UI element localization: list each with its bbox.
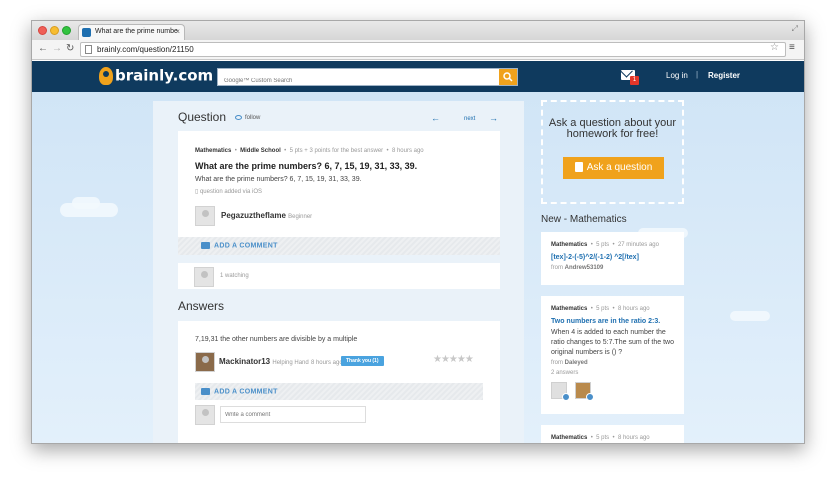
side-question-meta: Mathematics • 5 pts • 27 minutes ago xyxy=(551,242,659,248)
author-rank: Helping Hand xyxy=(272,360,309,366)
side-question-from: from Andrew53109 xyxy=(551,265,604,271)
side-question-link[interactable]: Two numbers are in the ratio 2:3. xyxy=(551,318,660,325)
next-arrow-icon[interactable]: → xyxy=(489,113,498,123)
browser-tab[interactable]: What are the prime numbe × xyxy=(78,24,185,40)
tab-bar: What are the prime numbe × ⤢ xyxy=(32,21,804,40)
avatar[interactable] xyxy=(195,352,215,372)
search-box xyxy=(217,68,518,89)
prev-question-arrow-icon[interactable]: ← xyxy=(431,113,440,123)
comment-input[interactable] xyxy=(220,406,366,423)
side-question-meta: Mathematics • 5 pts • 8 hours ago xyxy=(551,306,650,312)
window-minimize-icon[interactable] xyxy=(50,26,59,35)
brainly-logo[interactable]: brainly.com xyxy=(99,66,213,88)
thank-you-button[interactable]: Thank you (1) xyxy=(341,356,384,366)
answer-author[interactable]: Mackinator13 Helping Hand 8 hours ago xyxy=(219,357,343,366)
question-heading: Question xyxy=(178,110,227,124)
answers-count: 2 answers xyxy=(551,370,579,376)
reload-icon[interactable]: ↻ xyxy=(66,43,74,55)
new-questions-heading: New - Mathematics xyxy=(541,214,627,225)
question-author[interactable]: Pegazuztheflame Beginner xyxy=(221,211,312,220)
question-body: What are the prime numbers? 6, 7, 15, 19… xyxy=(195,176,362,183)
mail-count-badge: 1 xyxy=(630,76,639,85)
side-question-card[interactable]: Mathematics • 5 pts • 27 minutes ago [te… xyxy=(541,232,684,285)
add-comment-link[interactable]: ADD A COMMENT xyxy=(201,388,278,395)
bookmark-star-icon[interactable]: ☆ xyxy=(770,42,779,53)
search-input[interactable] xyxy=(218,73,488,89)
window-maximize-icon[interactable] xyxy=(62,26,71,35)
side-question-card[interactable]: Mathematics • 5 pts • 8 hours ago Two nu… xyxy=(541,296,684,414)
level-link[interactable]: Middle School xyxy=(240,148,281,154)
side-question-link[interactable]: [tex]-2-(-5)^2/(-1-2) ^2[/tex] xyxy=(551,254,639,261)
forward-arrow-icon[interactable]: → xyxy=(52,43,62,55)
browser-window: What are the prime numbe × ⤢ ← → ↻ brain… xyxy=(31,20,805,444)
cloud-decoration xyxy=(72,197,100,209)
watching-card: 1 watching xyxy=(178,263,500,289)
avatar[interactable] xyxy=(194,267,214,287)
brainly-logo-icon xyxy=(99,66,113,85)
answers-heading: Answers xyxy=(178,299,225,313)
ask-question-box: Ask a question about your homework for f… xyxy=(541,100,684,204)
question-title: What are the prime numbers? 6, 7, 15, 19… xyxy=(195,161,418,171)
favicon-icon xyxy=(82,28,91,37)
avatar[interactable] xyxy=(195,206,215,226)
question-card: Mathematics • Middle School • 5 pts + 3 … xyxy=(178,131,500,255)
pencil-icon xyxy=(574,162,583,173)
avatar xyxy=(195,405,215,425)
search-button[interactable] xyxy=(499,69,517,85)
author-rank: Beginner xyxy=(288,214,313,220)
search-icon xyxy=(503,72,513,82)
side-question-body: When 4 is added to each number the ratio… xyxy=(551,329,674,356)
question-time: 8 hours ago xyxy=(391,148,424,154)
back-arrow-icon[interactable]: ← xyxy=(38,43,48,55)
points-label: 5 pts + 3 points for the best answer xyxy=(289,148,384,154)
comment-bar: ADD A COMMENT xyxy=(195,383,483,400)
browser-toolbar: ← → ↻ brainly.com/question/21150 ☆ ≡ xyxy=(32,40,804,60)
window-close-icon[interactable] xyxy=(38,26,47,35)
answer-card: 7,19,31 the other numbers are divisible … xyxy=(178,321,500,443)
check-badge-icon xyxy=(562,393,570,401)
next-question-link[interactable]: next xyxy=(464,116,475,122)
site-header: brainly.com 1 Log in | Register xyxy=(32,61,804,92)
question-meta: Mathematics • Middle School • 5 pts + 3 … xyxy=(195,148,424,154)
watching-count: 1 watching xyxy=(220,273,249,279)
fullscreen-icon[interactable]: ⤢ xyxy=(792,24,798,34)
side-question-card[interactable]: Mathematics • 5 pts • 8 hours ago xyxy=(541,425,684,443)
login-link[interactable]: Log in xyxy=(666,71,688,80)
tab-close-icon[interactable]: × xyxy=(175,27,180,36)
follow-button[interactable]: follow xyxy=(235,115,260,121)
url-text: brainly.com/question/21150 xyxy=(97,45,194,54)
answer-text: 7,19,31 the other numbers are divisible … xyxy=(195,336,358,343)
side-question-from: from Daleyed xyxy=(551,360,588,366)
side-question-meta: Mathematics • 5 pts • 8 hours ago xyxy=(551,435,650,441)
subject-link[interactable]: Mathematics xyxy=(195,148,231,154)
address-bar[interactable]: brainly.com/question/21150 xyxy=(80,42,786,57)
cloud-decoration xyxy=(730,311,770,321)
tab-title: What are the prime numbe xyxy=(95,28,178,35)
page-icon xyxy=(85,45,92,54)
menu-icon[interactable]: ≡ xyxy=(789,42,795,53)
register-link[interactable]: Register xyxy=(708,71,740,80)
comment-bar: ADD A COMMENT xyxy=(178,237,500,255)
eye-icon xyxy=(235,115,242,120)
ask-question-text: Ask a question about your homework for f… xyxy=(548,117,677,140)
comment-icon xyxy=(201,388,210,395)
header-divider: | xyxy=(696,70,699,79)
answer-time: 8 hours ago xyxy=(310,360,343,366)
question-added-via: ▯ question added via iOS xyxy=(195,189,263,195)
check-badge-icon xyxy=(586,393,594,401)
comment-icon xyxy=(201,242,210,249)
rating-stars[interactable]: ★★★★★ xyxy=(433,354,474,365)
add-comment-link[interactable]: ADD A COMMENT xyxy=(201,242,278,249)
ask-question-button[interactable]: Ask a question xyxy=(563,157,664,179)
